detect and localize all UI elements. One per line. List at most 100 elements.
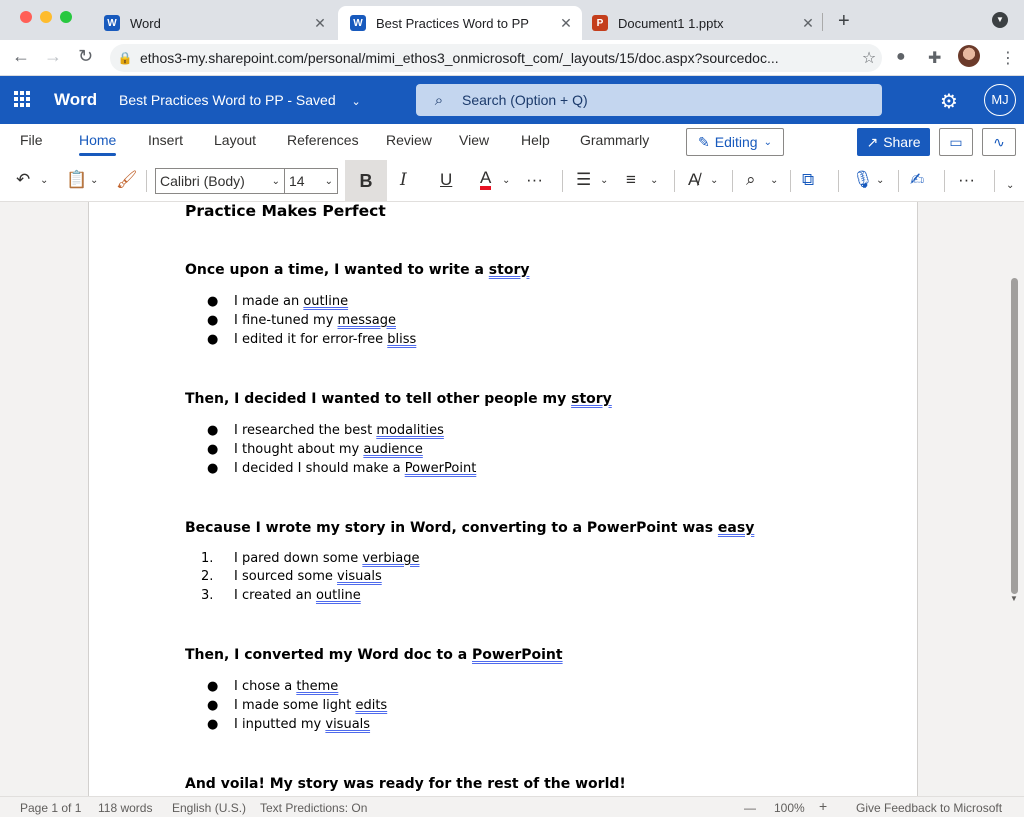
more-options-button[interactable]: ··· bbox=[958, 170, 975, 190]
grammar-flag[interactable]: edits bbox=[355, 698, 387, 713]
zoom-out-button[interactable]: — bbox=[744, 801, 756, 815]
forward-arrow-icon[interactable]: → bbox=[44, 46, 62, 67]
lock-icon: 🔒 bbox=[117, 51, 133, 65]
chevron-down-icon[interactable]: ⌄ bbox=[710, 175, 718, 186]
document-page[interactable]: Practice Makes Perfect Once upon a time,… bbox=[88, 202, 918, 796]
grammar-flag[interactable]: modalities bbox=[376, 423, 444, 438]
dictate-microphone-icon[interactable]: 🎙 bbox=[852, 170, 874, 190]
close-window-button[interactable] bbox=[20, 11, 32, 23]
text-predictions-status[interactable]: Text Predictions: On bbox=[260, 801, 367, 815]
format-painter-icon[interactable]: 🖌 bbox=[116, 170, 138, 190]
font-name-dropdown[interactable]: Calibri (Body) ⌄ bbox=[155, 168, 285, 194]
grammar-flag[interactable]: visuals bbox=[325, 717, 370, 732]
chevron-down-icon[interactable]: ⌄ bbox=[600, 175, 608, 186]
chevron-down-icon[interactable]: ⌄ bbox=[40, 175, 48, 186]
editing-mode-dropdown[interactable]: ✎ Editing ⌄ bbox=[686, 128, 784, 156]
clipboard-icon[interactable]: 📋 bbox=[66, 170, 87, 190]
kebab-menu-icon[interactable]: ⋮ bbox=[1000, 48, 1016, 68]
user-avatar[interactable]: MJ bbox=[984, 84, 1016, 116]
grammar-flag[interactable]: visuals bbox=[337, 569, 382, 584]
scroll-down-arrow-icon[interactable]: ▼ bbox=[1010, 594, 1018, 603]
zoom-in-button[interactable]: + bbox=[819, 798, 827, 814]
chevron-down-icon: ⌄ bbox=[324, 175, 333, 187]
url-field[interactable]: 🔒 ethos3-my.sharepoint.com/personal/mimi… bbox=[110, 44, 882, 72]
find-icon[interactable]: ⌕ bbox=[746, 170, 756, 190]
browser-tab-powerpoint[interactable]: P Document1 1.pptx ✕ bbox=[580, 6, 824, 40]
align-paragraph-icon[interactable]: ≡ bbox=[626, 170, 636, 190]
more-font-options-button[interactable]: ··· bbox=[526, 170, 543, 190]
styles-icon[interactable]: A̸ bbox=[688, 170, 699, 190]
list-item: I made an outline bbox=[234, 294, 349, 309]
grammar-flag[interactable]: easy bbox=[718, 520, 754, 536]
grammar-flag[interactable]: theme bbox=[296, 679, 338, 694]
browser-tab-active-document[interactable]: W Best Practices Word to PP ✕ bbox=[338, 6, 582, 40]
grammar-flag[interactable]: PowerPoint bbox=[405, 461, 477, 476]
search-box[interactable]: ⌕ Search (Option + Q) bbox=[416, 84, 882, 116]
word-count[interactable]: 118 words bbox=[98, 801, 152, 815]
tab-references[interactable]: References bbox=[287, 132, 359, 148]
grammar-flag[interactable]: audience bbox=[363, 442, 422, 457]
settings-gear-icon[interactable]: ⚙ bbox=[940, 89, 958, 114]
underline-button[interactable]: U bbox=[440, 170, 452, 190]
grammar-flag[interactable]: story bbox=[489, 262, 530, 278]
bullet-icon: ● bbox=[207, 679, 219, 694]
font-size-dropdown[interactable]: 14 ⌄ bbox=[284, 168, 338, 194]
tab-insert[interactable]: Insert bbox=[148, 132, 183, 148]
document-title[interactable]: Best Practices Word to PP - Saved ⌄ bbox=[119, 92, 361, 108]
extension-icon[interactable]: ● bbox=[896, 48, 906, 66]
comments-button[interactable]: ▭ bbox=[939, 128, 973, 156]
app-launcher-waffle-icon[interactable] bbox=[14, 91, 30, 107]
grammar-flag[interactable]: message bbox=[338, 313, 396, 328]
chevron-down-icon: ⌄ bbox=[351, 96, 361, 108]
activity-button[interactable]: ∿ bbox=[982, 128, 1016, 156]
chevron-down-icon[interactable]: ⌄ bbox=[502, 175, 510, 186]
browser-profile-avatar[interactable] bbox=[958, 45, 980, 67]
tab-file[interactable]: File bbox=[20, 132, 43, 148]
tab-review[interactable]: Review bbox=[386, 132, 432, 148]
tab-grammarly[interactable]: Grammarly bbox=[580, 132, 649, 148]
editor-review-icon[interactable]: ⧉ bbox=[802, 170, 814, 190]
expand-ribbon-chevron-icon[interactable]: ⌄ bbox=[1006, 180, 1014, 191]
bookmark-star-icon[interactable]: ☆ bbox=[856, 48, 882, 68]
page-count[interactable]: Page 1 of 1 bbox=[20, 801, 81, 815]
bullets-list-icon[interactable]: ☰ bbox=[576, 170, 591, 190]
italic-button[interactable]: I bbox=[400, 170, 407, 190]
vertical-scrollbar[interactable]: ▲ ▼ bbox=[1007, 202, 1024, 796]
app-name[interactable]: Word bbox=[54, 90, 97, 110]
chevron-down-icon[interactable]: ⌄ bbox=[650, 175, 658, 186]
bold-button[interactable]: B bbox=[345, 160, 387, 202]
grammar-flag[interactable]: outline bbox=[303, 294, 348, 309]
zoom-level[interactable]: 100% bbox=[774, 801, 805, 815]
tab-layout[interactable]: Layout bbox=[214, 132, 256, 148]
grammar-flag[interactable]: PowerPoint bbox=[472, 647, 563, 663]
grammar-flag[interactable]: outline bbox=[316, 588, 361, 603]
editor-pen-icon[interactable]: ✍ bbox=[910, 170, 924, 190]
tab-home[interactable]: Home bbox=[79, 132, 117, 156]
close-icon[interactable]: ✕ bbox=[798, 15, 818, 32]
grammar-flag[interactable]: verbiage bbox=[362, 551, 419, 566]
chevron-down-icon[interactable]: ⌄ bbox=[90, 175, 98, 186]
feedback-link[interactable]: Give Feedback to Microsoft bbox=[856, 801, 1002, 815]
tab-label: Word bbox=[130, 15, 161, 31]
close-icon[interactable]: ✕ bbox=[310, 15, 330, 32]
undo-icon[interactable]: ↶ bbox=[16, 170, 30, 190]
maximize-window-button[interactable] bbox=[60, 11, 72, 23]
new-tab-plus-icon[interactable]: + bbox=[838, 10, 850, 33]
tab-view[interactable]: View bbox=[459, 132, 489, 148]
grammar-flag[interactable]: bliss bbox=[387, 332, 416, 347]
tab-help[interactable]: Help bbox=[521, 132, 550, 148]
chevron-down-icon[interactable]: ⌄ bbox=[876, 175, 884, 186]
browser-tab-word[interactable]: W Word ✕ bbox=[92, 6, 336, 40]
minimize-window-button[interactable] bbox=[40, 11, 52, 23]
grammar-flag[interactable]: story bbox=[571, 391, 612, 407]
reload-icon[interactable]: ↻ bbox=[78, 46, 93, 67]
chevron-down-icon[interactable]: ⌄ bbox=[770, 175, 778, 186]
font-color-button[interactable]: A bbox=[480, 169, 492, 190]
back-arrow-icon[interactable]: ← bbox=[12, 46, 30, 67]
language-status[interactable]: English (U.S.) bbox=[172, 801, 246, 815]
close-icon[interactable]: ✕ bbox=[556, 15, 576, 32]
puzzle-extensions-icon[interactable]: ✚ bbox=[928, 48, 941, 68]
share-button[interactable]: ↗ Share bbox=[857, 128, 930, 156]
scrollbar-thumb[interactable] bbox=[1011, 278, 1018, 594]
tab-search-chevron-icon[interactable]: ▼ bbox=[992, 12, 1008, 28]
